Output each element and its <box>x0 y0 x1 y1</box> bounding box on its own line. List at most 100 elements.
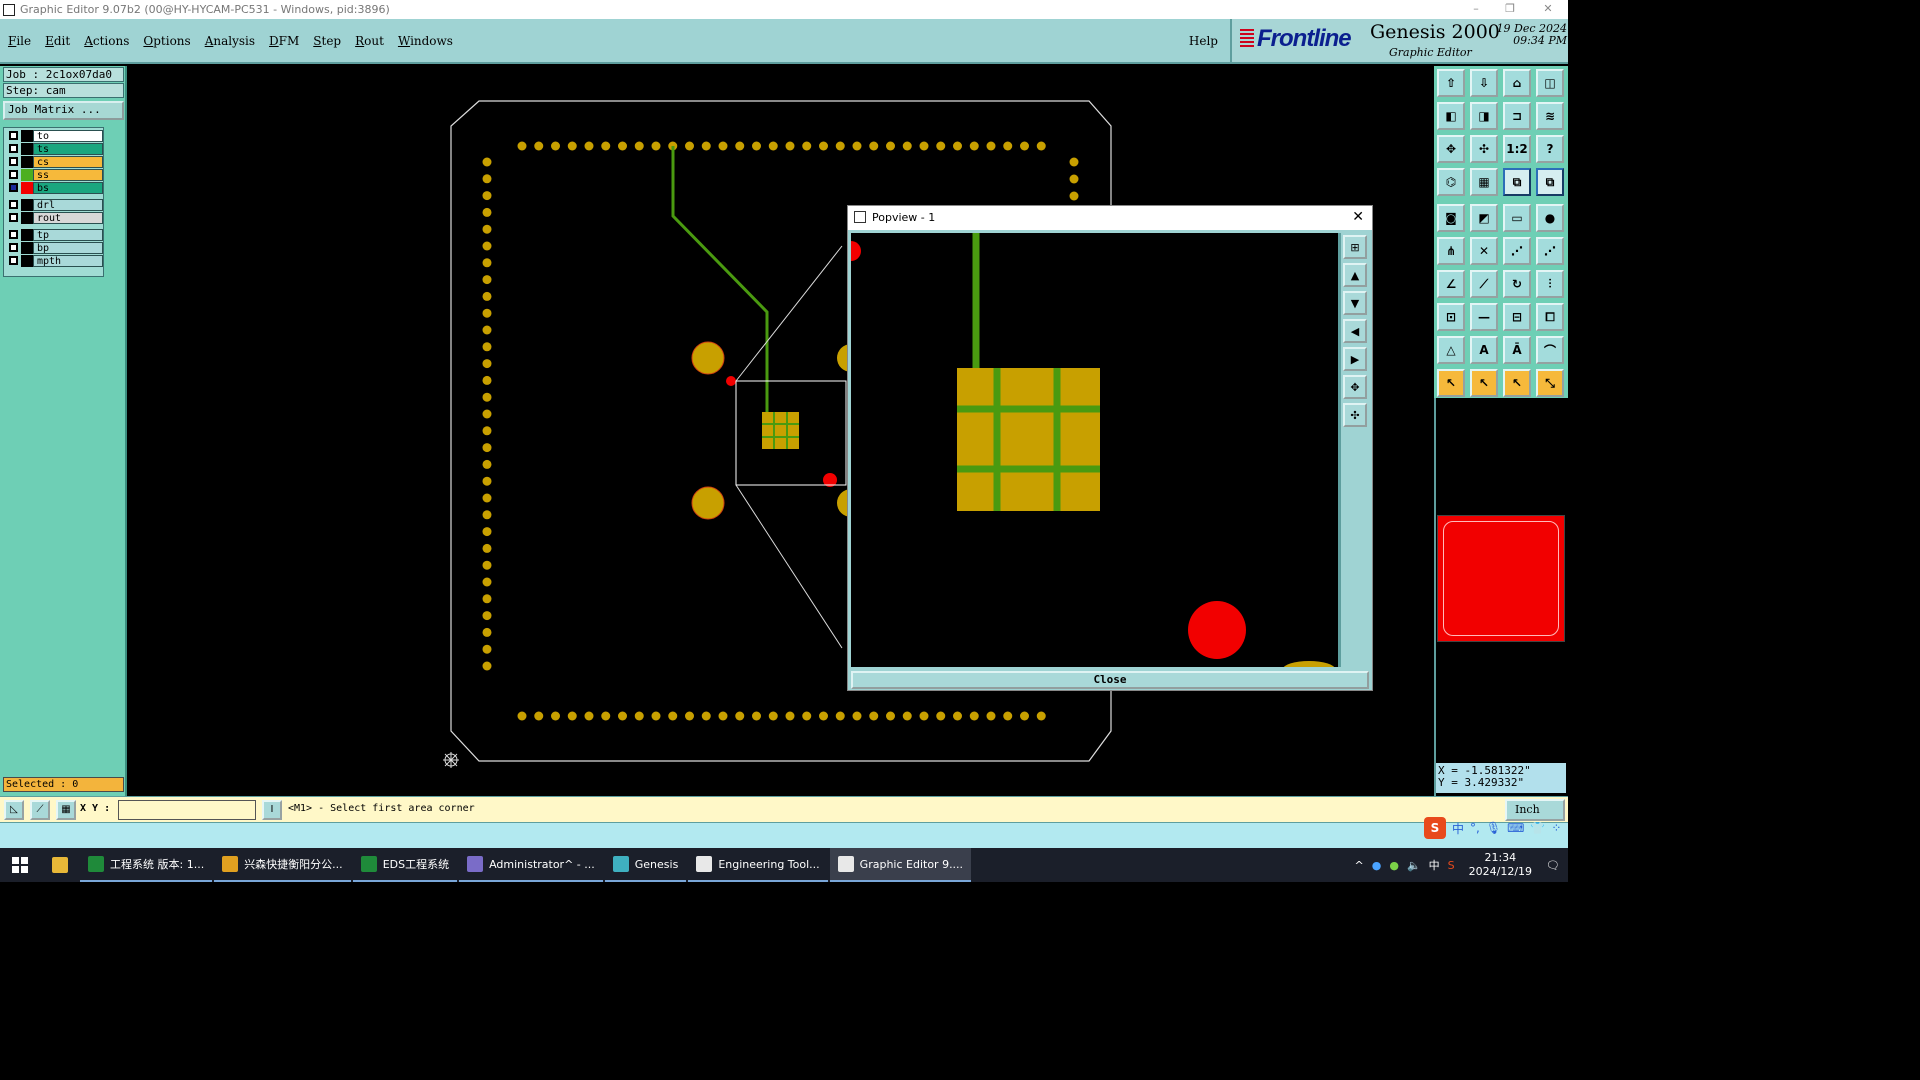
layer-row-cs[interactable]: cs <box>6 156 103 168</box>
window-close-button[interactable]: ✕ <box>1528 0 1568 19</box>
camera-icon[interactable]: ◙ <box>1437 204 1465 232</box>
layer-swap-icon[interactable]: ≋ <box>1536 102 1564 130</box>
measure-box-icon[interactable]: ⊟ <box>1503 303 1531 331</box>
pointer-snap-icon[interactable]: ↖ <box>1503 369 1531 397</box>
arc-icon[interactable]: ⌒ <box>1536 336 1564 364</box>
layer-color-swatch[interactable] <box>21 182 33 194</box>
menu-item[interactable]: Edit <box>45 34 70 48</box>
home-icon[interactable]: ⌂ <box>1503 69 1531 97</box>
layer-color-swatch[interactable] <box>21 143 33 155</box>
color-icon[interactable]: ◩ <box>1470 204 1498 232</box>
layer-row-drl[interactable]: drl <box>6 199 103 211</box>
menu-item[interactable]: Actions <box>84 34 129 48</box>
grid-display-icon[interactable]: ▦ <box>1470 168 1498 196</box>
tray-expand-icon[interactable]: ^ <box>1355 859 1364 872</box>
popview-zoom-in-icon[interactable]: ✥ <box>1343 375 1367 399</box>
netlist-icon[interactable]: ⌬ <box>1437 168 1465 196</box>
tray-app-icon[interactable]: ● <box>1389 859 1399 872</box>
taskbar-app[interactable]: Engineering Tool... <box>688 848 828 882</box>
popview-zoom-out-icon[interactable]: ✣ <box>1343 403 1367 427</box>
taskbar-app[interactable]: Graphic Editor 9.... <box>829 848 972 882</box>
layer-row-bp[interactable]: bp <box>6 242 103 254</box>
angle-icon[interactable]: ∠ <box>1437 270 1465 298</box>
layer-row-tp[interactable]: tp <box>6 229 103 241</box>
layer-checkbox[interactable] <box>9 170 18 179</box>
skin-icon[interactable]: 👕 <box>1530 821 1545 835</box>
job-matrix-button[interactable]: Job Matrix ... <box>3 101 124 120</box>
layer-checkbox[interactable] <box>9 243 18 252</box>
ruler-icon[interactable]: ▭ <box>1503 204 1531 232</box>
microphone-icon[interactable]: 🎙 <box>1486 821 1501 835</box>
layer-name[interactable]: tp <box>33 229 103 241</box>
layer-row-bs[interactable]: bs <box>6 182 103 194</box>
layer-thumbnail[interactable] <box>1437 515 1565 642</box>
tray-lang[interactable]: 中 <box>1429 857 1440 873</box>
zoom-fit-icon[interactable]: ✥ <box>1437 135 1465 163</box>
menu-item[interactable]: Step <box>313 34 341 48</box>
layer-name[interactable]: mpth <box>33 255 103 267</box>
menu-item[interactable]: Options <box>143 34 190 48</box>
layer-color-swatch[interactable] <box>21 212 33 224</box>
taskbar-app[interactable]: Administrator^ - ... <box>459 848 603 882</box>
triangle-icon[interactable]: △ <box>1437 336 1465 364</box>
slash-icon[interactable]: ⟋ <box>1470 270 1498 298</box>
split-view-icon[interactable]: ◫ <box>1536 69 1564 97</box>
layer-down-icon[interactable]: ⇩ <box>1470 69 1498 97</box>
layer-name[interactable]: rout <box>33 212 103 224</box>
rotate-icon[interactable]: ↻ <box>1503 270 1531 298</box>
layer-row-ss[interactable]: ss <box>6 169 103 181</box>
popview-close-icon[interactable]: ✕ <box>1352 206 1364 228</box>
keyboard-icon[interactable]: ⌨ <box>1507 821 1524 835</box>
menu-item[interactable]: Windows <box>398 34 453 48</box>
text-a-icon[interactable]: A <box>1470 336 1498 364</box>
text-a2-icon[interactable]: Ā <box>1503 336 1531 364</box>
start-button[interactable] <box>0 848 40 882</box>
menu-item[interactable]: File <box>8 34 31 48</box>
line-icon[interactable]: — <box>1470 303 1498 331</box>
layer-name[interactable]: cs <box>33 156 103 168</box>
grid-icon[interactable]: ▦ <box>56 800 76 820</box>
layer-row-ts[interactable]: ts <box>6 143 103 155</box>
layer-color-swatch[interactable] <box>21 199 33 211</box>
layer-color-swatch[interactable] <box>21 169 33 181</box>
ime-menu-icon[interactable]: ⁘ <box>1551 821 1561 835</box>
clock[interactable]: 21:34 2024/12/19 <box>1469 851 1532 879</box>
layer-color-swatch[interactable] <box>21 156 33 168</box>
sogou-tray-icon[interactable]: S <box>1448 859 1455 872</box>
layer-checkbox[interactable] <box>9 157 18 166</box>
layer-name[interactable]: bs <box>33 182 103 194</box>
layer-color-swatch[interactable] <box>21 255 33 267</box>
measure-icon[interactable]: ⟋ <box>30 800 50 820</box>
taskbar-app[interactable]: 兴森快捷衡阳分公... <box>214 848 351 882</box>
popview-pan-down-icon[interactable]: ▼ <box>1343 291 1367 315</box>
layer-row-mpth[interactable]: mpth <box>6 255 103 267</box>
move-right-icon[interactable]: ◨ <box>1470 102 1498 130</box>
pointer-drag-icon[interactable]: ⤡ <box>1536 369 1564 397</box>
layer-color-swatch[interactable] <box>21 229 33 241</box>
taskbar-app[interactable]: 工程系统 版本: 1... <box>80 848 213 882</box>
layer-up-icon[interactable]: ⇧ <box>1437 69 1465 97</box>
tray-app-icon[interactable]: ● <box>1372 859 1382 872</box>
popview-pan-up-icon[interactable]: ▲ <box>1343 263 1367 287</box>
popview-zoom-fit-icon[interactable]: ⊞ <box>1343 235 1367 259</box>
zoom-all-icon[interactable]: ✣ <box>1470 135 1498 163</box>
layer-checkbox[interactable] <box>9 200 18 209</box>
pointer-icon[interactable]: ↖ <box>1437 369 1465 397</box>
layer-name[interactable]: bp <box>33 242 103 254</box>
copy-shapes-icon[interactable]: ⧠ <box>1536 303 1564 331</box>
xy-input[interactable] <box>118 800 256 820</box>
layer-color-swatch[interactable] <box>21 130 33 142</box>
popview-pan-right-icon[interactable]: ▶ <box>1343 347 1367 371</box>
snap-icon[interactable]: ◺ <box>4 800 24 820</box>
popview-pan-left-icon[interactable]: ◀ <box>1343 319 1367 343</box>
flip-icon[interactable]: ⊐ <box>1503 102 1531 130</box>
cross-delete-icon[interactable]: ✕ <box>1470 237 1498 265</box>
node-connect-icon[interactable]: ⋔ <box>1437 237 1465 265</box>
taskbar-app[interactable]: EDS工程系统 <box>352 848 458 882</box>
query-icon[interactable]: ? <box>1536 135 1564 163</box>
layer-checkbox[interactable] <box>9 256 18 265</box>
popview-titlebar[interactable]: Popview - 1 ✕ <box>848 206 1372 230</box>
layer-checkbox[interactable] <box>9 213 18 222</box>
menu-item[interactable]: DFM <box>269 34 299 48</box>
circle-fill-icon[interactable]: ● <box>1536 204 1564 232</box>
